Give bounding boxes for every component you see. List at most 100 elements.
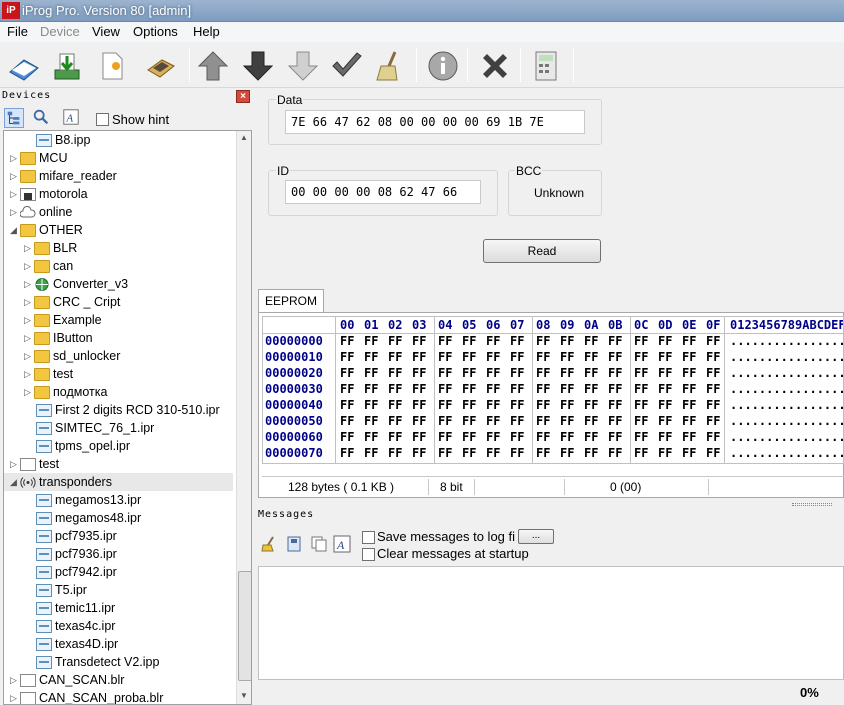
hex-byte[interactable]: FF xyxy=(388,446,402,461)
show-hint-checkbox[interactable] xyxy=(96,113,109,126)
hex-byte[interactable]: FF xyxy=(462,414,476,429)
hex-byte[interactable]: FF xyxy=(364,446,378,461)
tree-item[interactable]: texas4c.ipr xyxy=(4,617,233,635)
hex-byte[interactable]: FF xyxy=(510,366,524,381)
hex-byte[interactable]: FF xyxy=(706,446,720,461)
hex-byte[interactable]: FF xyxy=(438,414,452,429)
hex-byte[interactable]: FF xyxy=(388,350,402,365)
ascii-text[interactable]: ................ xyxy=(730,430,843,445)
hex-byte[interactable]: FF xyxy=(340,430,354,445)
hex-byte[interactable]: FF xyxy=(634,430,648,445)
hex-byte[interactable]: FF xyxy=(486,446,500,461)
broom-icon[interactable] xyxy=(260,535,278,553)
hex-byte[interactable]: FF xyxy=(682,366,696,381)
hex-byte[interactable]: FF xyxy=(536,382,550,397)
ascii-text[interactable]: ................ xyxy=(730,350,843,365)
hex-byte[interactable]: FF xyxy=(364,382,378,397)
hex-byte[interactable]: FF xyxy=(706,430,720,445)
hex-byte[interactable]: FF xyxy=(412,414,426,429)
hex-byte[interactable]: FF xyxy=(658,430,672,445)
tree-item[interactable]: ▷ IButton xyxy=(4,329,233,347)
hex-byte[interactable]: FF xyxy=(438,430,452,445)
hex-byte[interactable]: FF xyxy=(706,398,720,413)
ascii-text[interactable]: ................ xyxy=(730,398,843,413)
hex-byte[interactable]: FF xyxy=(634,398,648,413)
hex-byte[interactable]: FF xyxy=(412,334,426,349)
hex-byte[interactable]: FF xyxy=(412,398,426,413)
ascii-text[interactable]: ................ xyxy=(730,382,843,397)
hex-byte[interactable]: FF xyxy=(560,398,574,413)
id-field[interactable]: 00 00 00 00 08 62 47 66 xyxy=(285,180,481,204)
chip-icon[interactable] xyxy=(140,46,180,86)
hex-byte[interactable]: FF xyxy=(560,430,574,445)
hex-byte[interactable]: FF xyxy=(388,334,402,349)
hex-byte[interactable]: FF xyxy=(462,366,476,381)
hex-byte[interactable]: FF xyxy=(682,430,696,445)
hex-byte[interactable]: FF xyxy=(462,334,476,349)
hex-byte[interactable]: FF xyxy=(584,430,598,445)
close-icon[interactable]: × xyxy=(236,90,250,103)
ascii-text[interactable]: ................ xyxy=(730,366,843,381)
tree-item[interactable]: ▷ motorola xyxy=(4,185,233,203)
expand-arrow-icon[interactable]: ▷ xyxy=(10,671,20,689)
hex-byte[interactable]: FF xyxy=(536,430,550,445)
hex-byte[interactable]: FF xyxy=(510,334,524,349)
close-x-icon[interactable] xyxy=(475,46,515,86)
hex-byte[interactable]: FF xyxy=(658,382,672,397)
ascii-text[interactable]: ................ xyxy=(730,446,843,461)
tree-item[interactable]: ▷ CAN_SCAN_proba.blr xyxy=(4,689,233,704)
ascii-text[interactable]: ................ xyxy=(730,334,843,349)
hex-byte[interactable]: FF xyxy=(510,350,524,365)
hex-byte[interactable]: FF xyxy=(634,382,648,397)
hex-byte[interactable]: FF xyxy=(486,334,500,349)
hex-byte[interactable]: FF xyxy=(388,366,402,381)
hex-byte[interactable]: FF xyxy=(438,350,452,365)
hex-byte[interactable]: FF xyxy=(608,382,622,397)
hex-byte[interactable]: FF xyxy=(364,366,378,381)
hex-byte[interactable]: FF xyxy=(682,414,696,429)
hex-byte[interactable]: FF xyxy=(462,398,476,413)
hex-byte[interactable]: FF xyxy=(340,366,354,381)
hex-byte[interactable]: FF xyxy=(462,446,476,461)
tree-item[interactable]: pcf7936.ipr xyxy=(4,545,233,563)
hex-byte[interactable]: FF xyxy=(584,382,598,397)
scroll-up-icon[interactable]: ▲ xyxy=(240,133,248,142)
save-download-icon[interactable] xyxy=(46,46,86,86)
splitter-handle[interactable] xyxy=(792,503,832,506)
hex-byte[interactable]: FF xyxy=(560,366,574,381)
hex-byte[interactable]: FF xyxy=(608,366,622,381)
hex-editor[interactable]: 00 01 02 03 04 05 06 07 08 09 0A 0B 0C 0D 0E 0F 01234567… xyxy=(262,316,844,464)
menu-view[interactable]: View xyxy=(92,24,120,39)
hex-byte[interactable]: FF xyxy=(658,334,672,349)
hex-byte[interactable]: FF xyxy=(486,350,500,365)
hex-byte[interactable]: FF xyxy=(608,350,622,365)
clear-startup-checkbox[interactable] xyxy=(362,548,375,561)
hex-byte[interactable]: FF xyxy=(682,382,696,397)
search-icon[interactable] xyxy=(32,108,52,128)
hex-byte[interactable]: FF xyxy=(364,334,378,349)
hex-byte[interactable]: FF xyxy=(412,446,426,461)
hex-byte[interactable]: FF xyxy=(364,398,378,413)
hex-byte[interactable]: FF xyxy=(536,350,550,365)
expand-arrow-icon[interactable]: ▷ xyxy=(10,203,20,221)
hex-byte[interactable]: FF xyxy=(584,446,598,461)
expand-arrow-icon[interactable]: ▷ xyxy=(10,149,20,167)
tree-item[interactable]: pcf7935.ipr xyxy=(4,527,233,545)
hex-byte[interactable]: FF xyxy=(340,398,354,413)
font-icon[interactable]: A xyxy=(62,108,82,128)
menu-options[interactable]: Options xyxy=(133,24,178,39)
hex-byte[interactable]: FF xyxy=(560,414,574,429)
hex-byte[interactable]: FF xyxy=(658,414,672,429)
hex-byte[interactable]: FF xyxy=(706,382,720,397)
hex-byte[interactable]: FF xyxy=(486,366,500,381)
hex-byte[interactable]: FF xyxy=(412,366,426,381)
menu-help[interactable]: Help xyxy=(193,24,220,39)
data-field[interactable]: 7E 66 47 62 08 00 00 00 00 69 1B 7E xyxy=(285,110,585,134)
hex-byte[interactable]: FF xyxy=(608,334,622,349)
expand-arrow-icon[interactable]: ▷ xyxy=(10,167,20,185)
tree-item[interactable]: SIMTEC_76_1.ipr xyxy=(4,419,233,437)
tree-item[interactable]: ▷ test xyxy=(4,455,233,473)
hex-byte[interactable]: FF xyxy=(510,414,524,429)
tree-item[interactable]: megamos48.ipr xyxy=(4,509,233,527)
hex-byte[interactable]: FF xyxy=(634,366,648,381)
